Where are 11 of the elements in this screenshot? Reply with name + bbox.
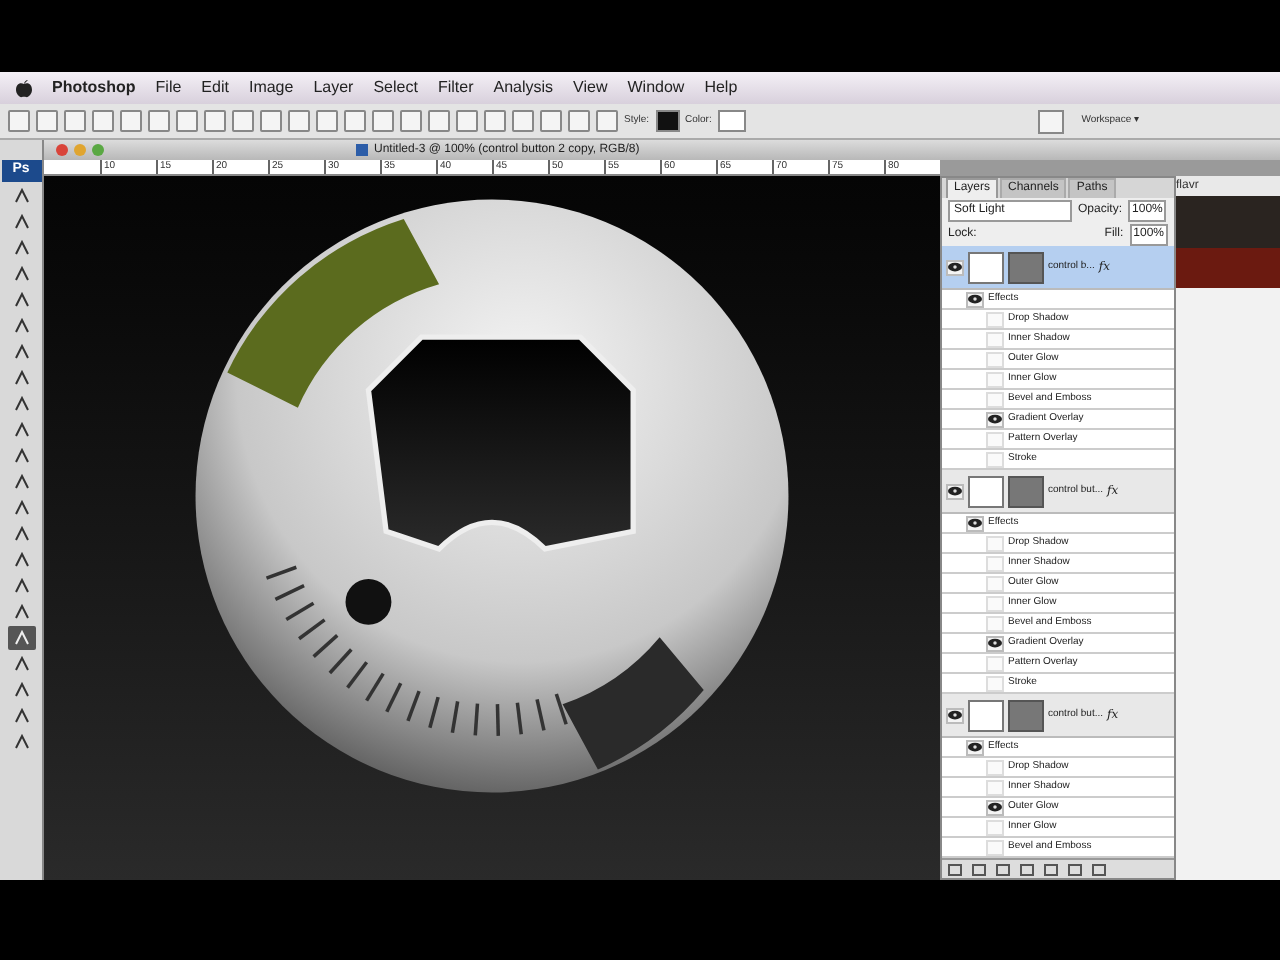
menu-item[interactable]: Analysis: [493, 76, 554, 100]
menu-item[interactable]: View: [573, 76, 608, 100]
menu-item[interactable]: Help: [704, 76, 738, 100]
menu-item[interactable]: Select: [373, 76, 418, 100]
menu-item[interactable]: Layer: [313, 76, 354, 100]
menu-item[interactable]: Photoshop: [52, 76, 136, 100]
menu-item[interactable]: Filter: [437, 76, 474, 100]
menu-item[interactable]: Window: [627, 76, 685, 100]
menu-item[interactable]: Image: [248, 76, 294, 100]
menu-item[interactable]: File: [155, 76, 182, 100]
menu-item[interactable]: Edit: [201, 76, 229, 100]
